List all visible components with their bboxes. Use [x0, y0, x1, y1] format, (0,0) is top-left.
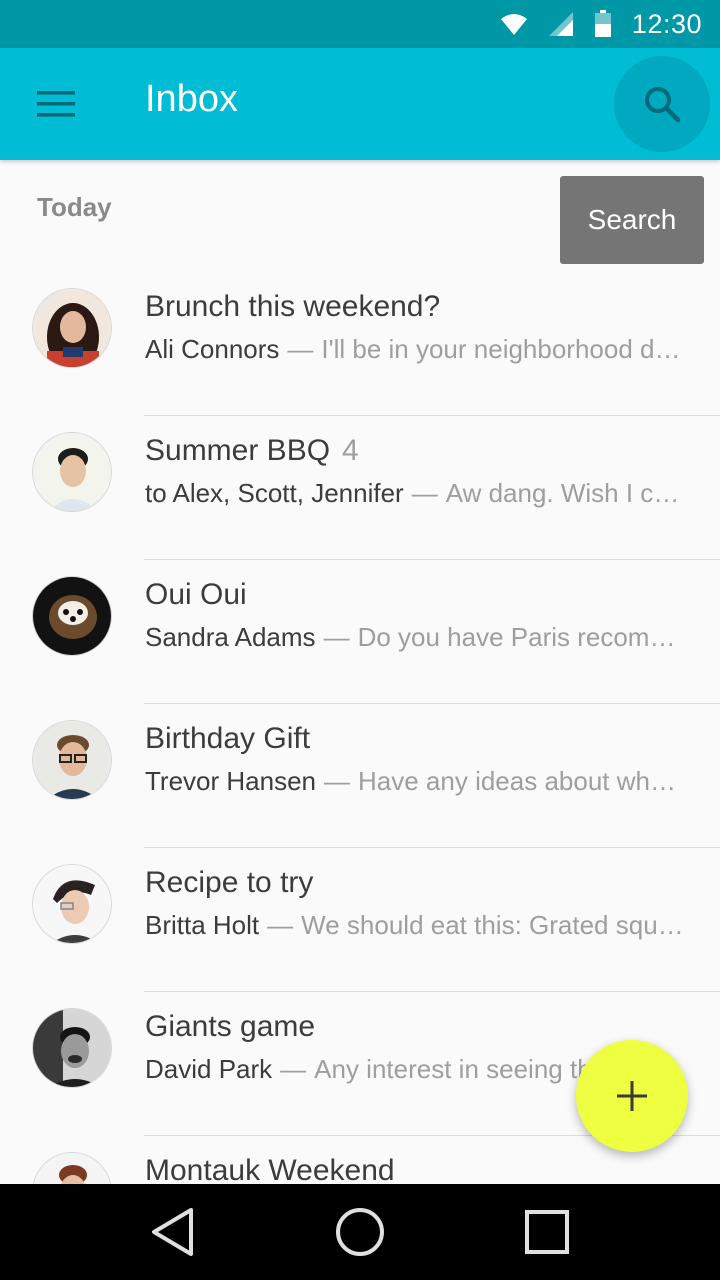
mail-sender: Trevor Hansen — [145, 766, 316, 796]
clock: 12:30 — [631, 8, 702, 39]
back-button[interactable] — [125, 1184, 221, 1280]
system-nav-bar — [0, 1184, 720, 1280]
avatar — [32, 576, 112, 656]
recents-icon — [524, 1210, 569, 1254]
mail-item[interactable]: Recipe to try Britta Holt — We should eat … — [0, 848, 720, 992]
recents-button[interactable] — [499, 1184, 595, 1280]
mail-subject: Oui Oui — [145, 578, 247, 611]
back-icon — [152, 1208, 194, 1256]
mail-snippet: Aw dang. Wish I could make it. — [445, 478, 685, 508]
home-button[interactable] — [312, 1184, 408, 1280]
menu-button[interactable] — [28, 80, 84, 128]
thread-count: 4 — [342, 434, 359, 467]
hamburger-menu-icon — [37, 91, 75, 117]
inbox-content: Today Search Brunch this weekend? Ali Co… — [0, 160, 720, 1184]
mail-sender: Britta Holt — [145, 910, 260, 940]
mail-preview: to Alex, Scott, Jennifer — Aw dang. Wish I… — [145, 478, 685, 509]
section-header-today: Today — [37, 192, 112, 222]
mail-sender: Sandra Adams — [145, 622, 316, 652]
mail-preview: Ali Connors — I'll be in your neighborhood… — [145, 334, 685, 365]
avatar — [32, 864, 112, 944]
mail-subject: Recipe to try — [145, 866, 314, 899]
mail-recipients: to Alex, Scott, Jennifer — [145, 478, 404, 508]
search-tooltip: Search — [560, 176, 704, 264]
mail-sender: David Park — [145, 1054, 273, 1084]
search-button[interactable] — [614, 56, 710, 152]
mail-preview: Trevor Hansen — Have any ideas about what … — [145, 766, 685, 797]
avatar — [32, 1008, 112, 1088]
avatar — [32, 288, 112, 368]
page-title: Inbox — [145, 78, 238, 120]
mail-snippet: We should eat this: Grated squash, corn … — [301, 910, 685, 940]
avatar — [32, 720, 112, 800]
home-icon — [335, 1208, 384, 1256]
mail-subject: Montauk Weekend — [145, 1154, 395, 1184]
mail-snippet: Have any ideas about what we should get … — [358, 766, 685, 796]
avatar — [32, 1152, 112, 1184]
status-bar: 12:30 — [0, 0, 720, 48]
mail-item[interactable]: Brunch this weekend? Ali Connors — I'll be… — [0, 272, 720, 416]
battery-icon — [594, 10, 611, 37]
app-bar: Inbox — [0, 48, 720, 160]
mail-subject: Giants game — [145, 1010, 316, 1043]
mail-item[interactable]: Summer BBQ 4 to Alex, Scott, Jennifer — Aw … — [0, 416, 720, 560]
mail-item[interactable]: Oui Oui Sandra Adams — Do you have Paris r… — [0, 560, 720, 704]
wifi-icon — [500, 14, 527, 35]
mail-subject: Summer BBQ 4 — [145, 434, 359, 467]
compose-fab[interactable] — [576, 1040, 688, 1152]
signal-icon — [548, 12, 573, 36]
mail-sender: Ali Connors — [145, 334, 280, 364]
mail-item[interactable]: Birthday Gift Trevor Hansen — Have any ide… — [0, 704, 720, 848]
search-icon — [645, 87, 681, 123]
mail-snippet: I'll be in your neighborhood doing erran… — [321, 334, 685, 364]
mail-snippet: Do you have Paris recommendations? — [357, 622, 685, 652]
mail-preview: Sandra Adams—Do you have Paris recommend… — [145, 622, 685, 653]
mail-preview: Britta Holt — We should eat this: Grated s… — [145, 910, 685, 941]
mail-subject: Birthday Gift — [145, 722, 311, 755]
plus-icon — [617, 1081, 647, 1111]
mail-subject: Brunch this weekend? — [145, 290, 441, 323]
avatar — [32, 432, 112, 512]
